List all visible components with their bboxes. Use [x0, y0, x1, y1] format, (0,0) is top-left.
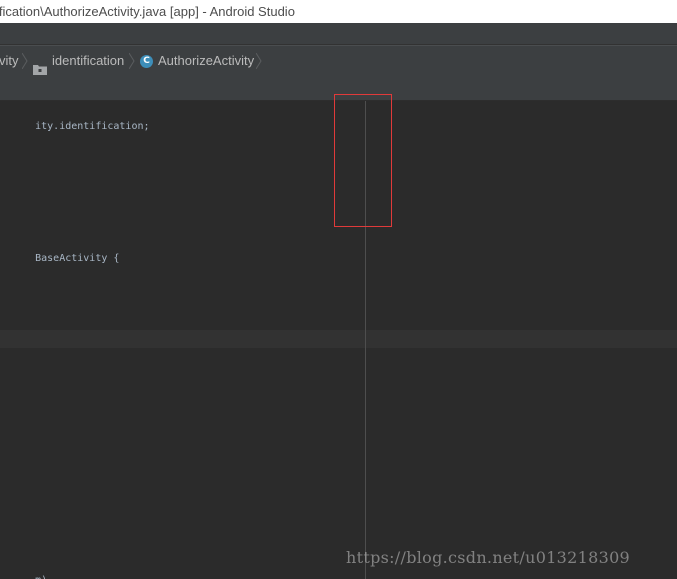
caret-line-highlight: [0, 330, 677, 348]
breadcrumb-label: AuthorizeActivity: [158, 53, 255, 68]
code-line-package: ity.identification;: [0, 106, 150, 148]
window-title: ification\AuthorizeActivity.java [app] -…: [0, 4, 295, 19]
window-titlebar: ification\AuthorizeActivity.java [app] -…: [0, 0, 677, 23]
code-line-class-declaration: BaseActivity {: [0, 238, 119, 280]
watermark-text: https://blog.csdn.net/u013218309: [346, 548, 631, 567]
folder-icon: [33, 56, 47, 75]
navigation-bar: vity identification C AuthorizeActivity: [0, 45, 677, 77]
breadcrumb-separator-icon: [22, 53, 28, 69]
class-declaration-text: BaseActivity {: [35, 253, 120, 264]
breadcrumb-label: identification: [52, 53, 125, 68]
menu-strip: [0, 23, 677, 45]
annotation-highlight-box: [334, 94, 392, 227]
package-statement-text: ity.identification;: [35, 121, 150, 132]
code-fragment-text: m): [35, 575, 47, 579]
android-studio-window: ification\AuthorizeActivity.java [app] -…: [0, 0, 677, 579]
breadcrumb-item-authorize-activity[interactable]: C AuthorizeActivity: [140, 46, 254, 76]
breadcrumb-separator-icon: [129, 53, 135, 69]
code-line-bottom: m): [0, 560, 47, 579]
breadcrumb-label: vity: [0, 53, 19, 68]
breadcrumb-item-parent[interactable]: vity: [0, 46, 19, 76]
class-icon: C: [140, 54, 153, 68]
breadcrumb-separator-icon: [256, 53, 262, 69]
breadcrumb-item-identification[interactable]: identification: [33, 46, 124, 76]
